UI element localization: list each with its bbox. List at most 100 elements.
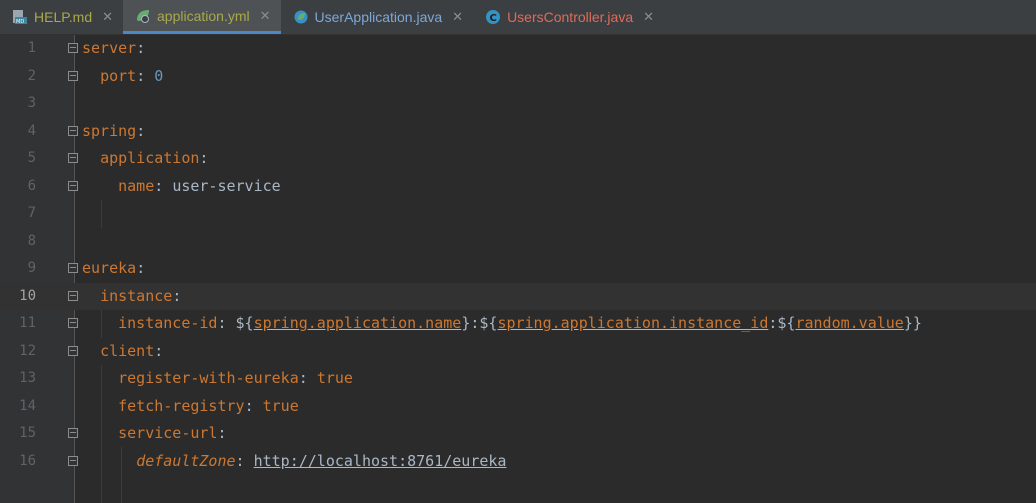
fold-marker-icon[interactable] xyxy=(68,318,78,328)
code-token: : xyxy=(154,176,173,195)
code-token: :${ xyxy=(768,314,796,332)
code-line[interactable]: 8 xyxy=(0,228,1036,256)
code-token: http://localhost:8761/eureka xyxy=(253,451,507,470)
tab-help-md[interactable]: MD HELP.md ✕ xyxy=(0,0,123,34)
tab-user-application-java[interactable]: UserApplication.java ✕ xyxy=(281,0,474,34)
code-text: fetch-registry: true xyxy=(82,393,299,421)
code-token: application xyxy=(100,149,200,167)
code-line[interactable]: 11 instance-id: ${spring.application.nam… xyxy=(0,310,1036,338)
code-token: : xyxy=(298,369,317,387)
code-line[interactable]: 13 register-with-eureka: true xyxy=(0,365,1036,393)
close-icon[interactable]: ✕ xyxy=(452,9,463,25)
code-token: client xyxy=(100,341,155,360)
line-number: 10 xyxy=(19,287,36,304)
java-class-icon: C xyxy=(485,9,501,25)
close-icon[interactable]: ✕ xyxy=(260,8,271,24)
code-line[interactable]: 3 xyxy=(0,90,1036,118)
code-text: register-with-eureka: true xyxy=(82,365,353,393)
svg-text:C: C xyxy=(490,13,497,24)
fold-marker-icon[interactable] xyxy=(68,125,78,136)
line-number: 16 xyxy=(19,452,36,469)
code-line[interactable]: 1 server: xyxy=(0,35,1036,63)
fold-marker-icon[interactable] xyxy=(68,428,78,438)
code-token: spring.application.name xyxy=(253,314,462,332)
code-token: : xyxy=(136,121,146,140)
code-token: spring xyxy=(82,121,137,140)
code-token: service-url xyxy=(118,424,218,442)
line-number: 2 xyxy=(27,67,36,84)
line-number: 8 xyxy=(27,232,36,249)
line-number: 6 xyxy=(27,177,36,194)
fold-marker-icon[interactable] xyxy=(68,345,78,356)
line-number: 15 xyxy=(19,425,36,441)
code-text: port: 0 xyxy=(82,63,163,91)
code-token: user-service xyxy=(172,176,281,195)
tab-label: UserApplication.java xyxy=(314,9,443,25)
fold-marker-icon[interactable] xyxy=(68,263,78,273)
code-text: server: xyxy=(82,35,145,63)
fold-marker-icon[interactable] xyxy=(68,290,78,301)
code-editor[interactable]: 1 server: 2 port: 0 3 4 spring: 5 application:… xyxy=(0,35,1036,503)
code-text: instance: xyxy=(82,283,181,311)
code-token: : ${ xyxy=(217,314,254,332)
editor-tab-bar: MD HELP.md ✕ application.yml ✕ UserAppli… xyxy=(0,0,1036,35)
fold-marker-icon[interactable] xyxy=(68,180,78,191)
fold-marker-icon[interactable] xyxy=(68,43,78,53)
code-text: application: xyxy=(82,145,208,173)
code-text: instance-id: ${spring.application.name}:… xyxy=(82,310,922,338)
code-token: : xyxy=(217,424,227,442)
fold-marker-icon[interactable] xyxy=(68,153,78,163)
fold-marker-icon[interactable] xyxy=(68,455,78,466)
code-line[interactable]: 2 port: 0 xyxy=(0,63,1036,91)
code-line[interactable]: 4 spring: xyxy=(0,118,1036,146)
code-line[interactable]: 9 eureka: xyxy=(0,255,1036,283)
code-line[interactable]: 7 xyxy=(0,200,1036,228)
code-lines: 1 server: 2 port: 0 3 4 spring: 5 application:… xyxy=(0,35,1036,475)
close-icon[interactable]: ✕ xyxy=(643,9,654,25)
code-line[interactable]: 5 application: xyxy=(0,145,1036,173)
line-number: 5 xyxy=(27,150,36,166)
code-token: }:${ xyxy=(461,314,498,332)
code-token: true xyxy=(262,396,299,415)
tab-label: UsersController.java xyxy=(507,9,634,25)
markdown-file-icon: MD xyxy=(12,9,28,25)
line-number: 14 xyxy=(19,397,36,414)
code-token: : xyxy=(199,149,209,167)
line-number: 11 xyxy=(19,315,36,331)
spring-boot-class-icon xyxy=(293,9,309,25)
code-token: port xyxy=(100,66,137,85)
code-text: spring: xyxy=(82,118,145,146)
code-line[interactable]: 12 client: xyxy=(0,338,1036,366)
ide-window: MD HELP.md ✕ application.yml ✕ UserAppli… xyxy=(0,0,1036,503)
tab-users-controller-java[interactable]: C UsersController.java ✕ xyxy=(473,0,664,34)
code-line[interactable]: 6 name: user-service xyxy=(0,173,1036,201)
fold-marker-icon[interactable] xyxy=(68,70,78,81)
line-number: 9 xyxy=(27,260,36,276)
code-token: spring.application.instance_id xyxy=(497,314,769,332)
code-text: eureka: xyxy=(82,255,145,283)
code-token: random.value xyxy=(795,314,904,332)
code-token: instance xyxy=(100,286,173,305)
close-icon[interactable]: ✕ xyxy=(102,9,113,25)
code-token: register-with-eureka xyxy=(118,369,299,387)
code-token: instance-id xyxy=(118,314,218,332)
code-line[interactable]: 16 defaultZone: http://localhost:8761/eu… xyxy=(0,448,1036,476)
code-token: : xyxy=(172,286,182,305)
code-line[interactable]: 10 instance: xyxy=(0,283,1036,311)
code-line[interactable]: 14 fetch-registry: true xyxy=(0,393,1036,421)
code-line[interactable]: 15 service-url: xyxy=(0,420,1036,448)
code-token: }} xyxy=(903,314,922,332)
tab-label: application.yml xyxy=(157,7,250,24)
code-token: defaultZone xyxy=(136,451,236,470)
code-token: fetch-registry xyxy=(118,396,245,415)
tab-application-yml[interactable]: application.yml ✕ xyxy=(123,0,281,34)
